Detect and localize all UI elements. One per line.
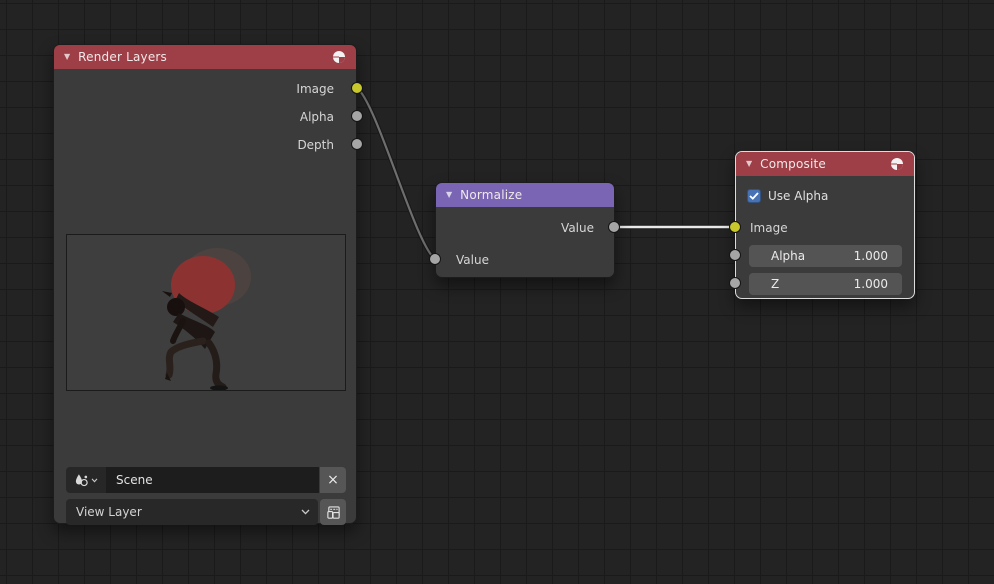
output-depth-label: Depth bbox=[54, 131, 356, 159]
use-alpha-row: Use Alpha bbox=[747, 186, 828, 206]
socket-composite-z-input[interactable] bbox=[729, 277, 741, 289]
view-layer-dropdown[interactable]: View Layer bbox=[66, 499, 318, 525]
collapse-triangle-icon[interactable]: ▼ bbox=[746, 160, 752, 168]
node-title: Normalize bbox=[460, 188, 604, 202]
alpha-field-value: 1.000 bbox=[854, 249, 888, 263]
z-value-field[interactable]: Z 1.000 bbox=[749, 273, 902, 295]
sphere-icon bbox=[890, 157, 904, 171]
scene-icon bbox=[74, 473, 89, 488]
preview-character-illustration bbox=[67, 235, 345, 390]
render-layers-header[interactable]: ▼ Render Layers bbox=[54, 45, 356, 69]
chevron-down-icon bbox=[301, 509, 310, 515]
output-image-label: Image bbox=[54, 75, 356, 103]
alpha-field-label: Alpha bbox=[771, 249, 854, 263]
scene-name-field[interactable]: Scene bbox=[106, 467, 319, 493]
normalize-input-value-label: Value bbox=[456, 248, 489, 272]
sphere-icon bbox=[332, 50, 346, 64]
socket-renderlayers-image-output[interactable] bbox=[351, 82, 363, 94]
chevron-down-icon bbox=[91, 478, 98, 483]
render-layers-outputs: Image Alpha Depth bbox=[54, 75, 356, 159]
socket-composite-alpha-input[interactable] bbox=[729, 249, 741, 261]
socket-normalize-value-input[interactable] bbox=[429, 253, 441, 265]
new-view-layer-button[interactable] bbox=[320, 499, 346, 525]
composite-image-input-label: Image bbox=[750, 216, 788, 240]
socket-composite-image-input[interactable] bbox=[729, 221, 741, 233]
normalize-output-value-label: Value bbox=[561, 216, 594, 240]
z-field-label: Z bbox=[771, 277, 854, 291]
alpha-value-field[interactable]: Alpha 1.000 bbox=[749, 245, 902, 267]
socket-renderlayers-alpha-output[interactable] bbox=[351, 110, 363, 122]
socket-normalize-value-output[interactable] bbox=[608, 221, 620, 233]
node-editor-canvas[interactable]: ▼ Render Layers Image Alpha Depth bbox=[0, 0, 994, 584]
collapse-triangle-icon[interactable]: ▼ bbox=[446, 191, 452, 199]
scene-unlink-button[interactable]: × bbox=[320, 467, 346, 493]
link-renderlayers-to-normalize[interactable] bbox=[357, 88, 435, 259]
socket-renderlayers-depth-output[interactable] bbox=[351, 138, 363, 150]
z-field-value: 1.000 bbox=[854, 277, 888, 291]
render-layers-icon bbox=[326, 505, 341, 520]
output-alpha-label: Alpha bbox=[54, 103, 356, 131]
use-alpha-label: Use Alpha bbox=[768, 189, 828, 203]
scene-selector-row: Scene × bbox=[66, 467, 346, 493]
view-layer-value: View Layer bbox=[76, 505, 301, 519]
close-icon: × bbox=[327, 472, 339, 488]
composite-node[interactable]: ▼ Composite Use Alpha Image Alpha 1.000 … bbox=[735, 151, 915, 299]
node-title: Render Layers bbox=[78, 50, 324, 64]
collapse-triangle-icon[interactable]: ▼ bbox=[64, 53, 70, 61]
scene-name-value: Scene bbox=[116, 473, 153, 487]
node-title: Composite bbox=[760, 157, 882, 171]
normalize-header[interactable]: ▼ Normalize bbox=[436, 183, 614, 207]
checkmark-icon bbox=[749, 192, 759, 200]
normalize-node[interactable]: ▼ Normalize Value Value bbox=[435, 182, 615, 278]
view-layer-row: View Layer bbox=[66, 499, 346, 525]
scene-browse-button[interactable] bbox=[66, 467, 106, 493]
use-alpha-checkbox[interactable] bbox=[747, 189, 761, 203]
composite-header[interactable]: ▼ Composite bbox=[736, 152, 914, 176]
render-layers-node[interactable]: ▼ Render Layers Image Alpha Depth bbox=[53, 44, 357, 524]
render-preview-image bbox=[66, 234, 346, 391]
